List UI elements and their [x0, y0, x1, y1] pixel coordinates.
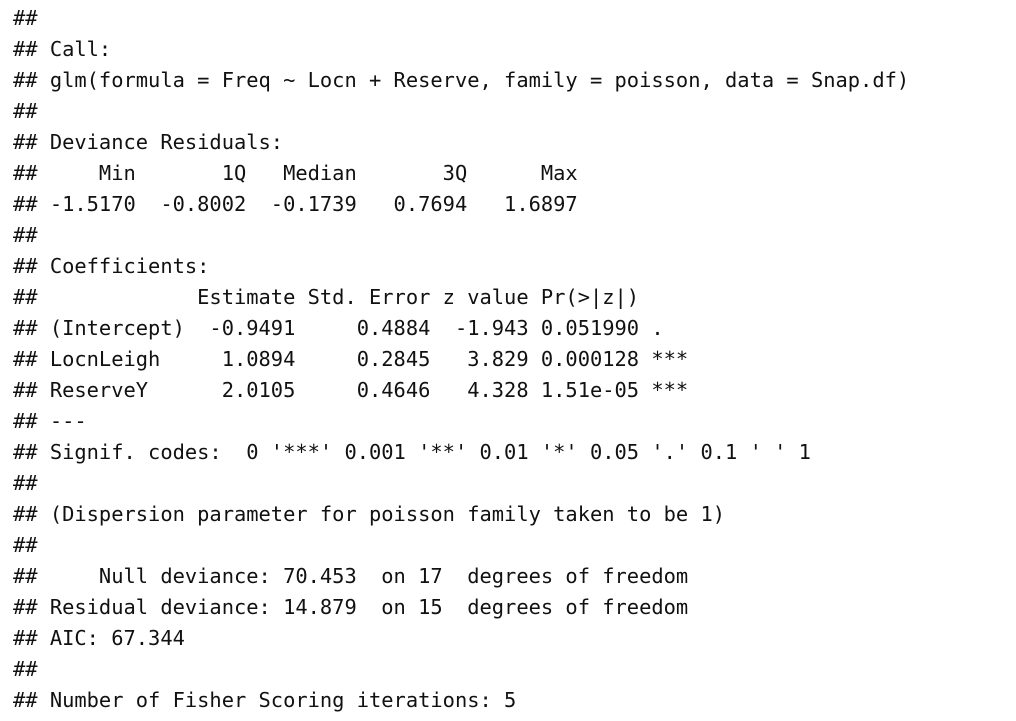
output-line-blank: ##: [13, 99, 38, 123]
output-line-residuals-values: ## -1.5170 -0.8002 -0.1739 0.7694 1.6897: [13, 192, 578, 216]
output-line-deviance-residuals-label: ## Deviance Residuals:: [13, 130, 284, 154]
output-line-residual-deviance: ## Residual deviance: 14.879 on 15 degre…: [13, 595, 689, 619]
output-line-call-label: ## Call:: [13, 37, 112, 61]
output-line-glm-formula: ## glm(formula = Freq ~ Locn + Reserve, …: [13, 68, 910, 92]
output-line-coef-locnleigh: ## LocnLeigh 1.0894 0.2845 3.829 0.00012…: [13, 347, 689, 371]
output-line-fisher-iterations: ## Number of Fisher Scoring iterations: …: [13, 688, 517, 712]
output-line-residuals-header: ## Min 1Q Median 3Q Max: [13, 161, 578, 185]
output-line-blank: ##: [13, 533, 38, 557]
output-line-blank: ##: [13, 223, 38, 247]
output-line-coefficients-label: ## Coefficients:: [13, 254, 210, 278]
output-line-signif-codes: ## Signif. codes: 0 '***' 0.001 '**' 0.0…: [13, 440, 811, 464]
output-line-coef-reservey: ## ReserveY 2.0105 0.4646 4.328 1.51e-05…: [13, 378, 689, 402]
output-line-coef-header: ## Estimate Std. Error z value Pr(>|z|): [13, 285, 640, 309]
output-line-blank: ##: [13, 657, 38, 681]
output-line-null-deviance: ## Null deviance: 70.453 on 17 degrees o…: [13, 564, 689, 588]
output-line-aic: ## AIC: 67.344: [13, 626, 185, 650]
output-line-blank: ##: [13, 471, 38, 495]
output-line-separator: ## ---: [13, 409, 87, 433]
output-line-blank: ##: [13, 6, 38, 30]
r-console-output: ## ## Call: ## glm(formula = Freq ~ Locn…: [0, 0, 1016, 721]
output-line-coef-intercept: ## (Intercept) -0.9491 0.4884 -1.943 0.0…: [13, 316, 664, 340]
output-line-dispersion: ## (Dispersion parameter for poisson fam…: [13, 502, 726, 526]
